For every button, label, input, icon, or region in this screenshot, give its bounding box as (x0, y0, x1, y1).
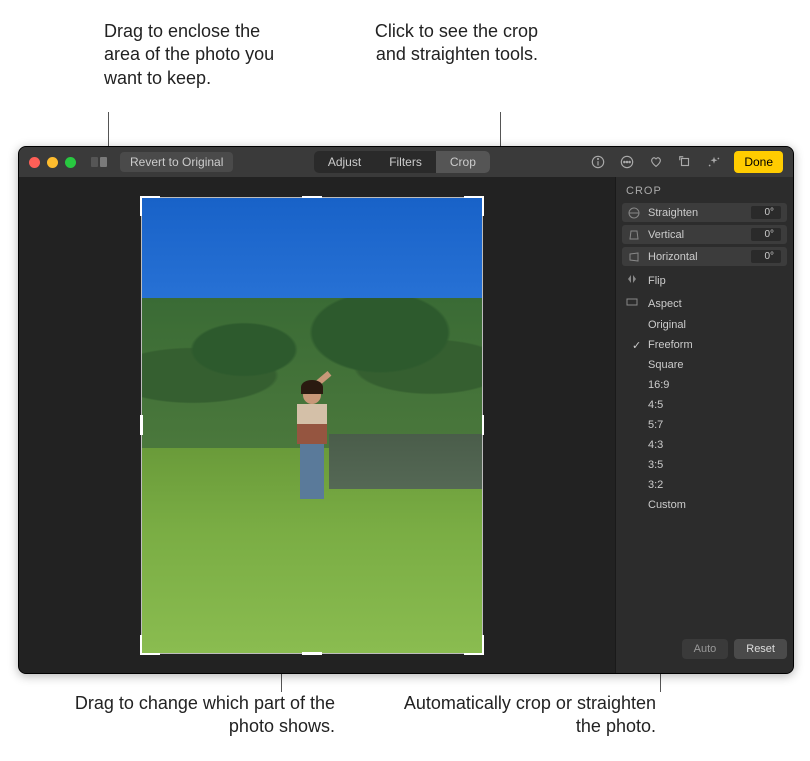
aspect-section[interactable]: Aspect (616, 292, 793, 315)
aspect-5-7[interactable]: 5:7 (648, 415, 793, 435)
horizontal-row[interactable]: Horizontal 0° (622, 247, 787, 266)
horizontal-perspective-icon (628, 251, 642, 263)
aspect-freeform[interactable]: Freeform (648, 335, 793, 355)
photo-preview[interactable] (142, 198, 482, 653)
done-button[interactable]: Done (734, 151, 783, 173)
straighten-icon (628, 207, 642, 219)
straighten-row[interactable]: Straighten 0° (622, 203, 787, 222)
fullscreen-button[interactable] (65, 157, 76, 168)
info-icon[interactable] (590, 155, 605, 170)
straighten-value: 0° (751, 206, 781, 219)
panel-title: CROP (616, 177, 793, 203)
callout-click-crop: Click to see the crop and straighten too… (358, 20, 538, 67)
callout-auto-crop: Automatically crop or straighten the pho… (376, 692, 656, 739)
tab-crop[interactable]: Crop (436, 151, 490, 173)
edit-mode-tabs: Adjust Filters Crop (314, 151, 490, 173)
more-icon[interactable] (619, 155, 634, 170)
vertical-perspective-icon (628, 229, 642, 241)
minimize-button[interactable] (47, 157, 58, 168)
sidebar-toggle-icon[interactable] (91, 157, 107, 167)
crop-frame[interactable] (142, 198, 482, 653)
close-button[interactable] (29, 157, 40, 168)
aspect-4-5[interactable]: 4:5 (648, 395, 793, 415)
tab-adjust[interactable]: Adjust (314, 151, 375, 173)
enhance-icon[interactable] (706, 155, 721, 170)
horizontal-value: 0° (751, 250, 781, 263)
callout-line (500, 112, 501, 148)
titlebar: Revert to Original Adjust Filters Crop D… (19, 147, 793, 177)
horizontal-label: Horizontal (648, 251, 751, 263)
callout-drag-change: Drag to change which part of the photo s… (45, 692, 335, 739)
window-controls (29, 157, 76, 168)
aspect-16-9[interactable]: 16:9 (648, 375, 793, 395)
flip-icon (626, 273, 642, 288)
aspect-square[interactable]: Square (648, 355, 793, 375)
vertical-label: Vertical (648, 229, 751, 241)
revert-button[interactable]: Revert to Original (120, 152, 233, 172)
tab-filters[interactable]: Filters (375, 151, 436, 173)
callout-drag-enclose: Drag to enclose the area of the photo yo… (104, 20, 284, 90)
reset-button[interactable]: Reset (734, 639, 787, 659)
aspect-icon (626, 296, 642, 311)
aspect-3-2[interactable]: 3:2 (648, 475, 793, 495)
flip-button[interactable]: Flip (616, 269, 793, 292)
straighten-label: Straighten (648, 207, 751, 219)
crop-panel: CROP Straighten 0° Vertical 0° Horizonta… (615, 177, 793, 673)
photo-canvas (19, 177, 615, 673)
aspect-original[interactable]: Original (648, 315, 793, 335)
aspect-custom[interactable]: Custom (648, 495, 793, 515)
rotate-icon[interactable] (677, 155, 692, 170)
vertical-value: 0° (751, 228, 781, 241)
photos-edit-window: Revert to Original Adjust Filters Crop D… (18, 146, 794, 674)
favorite-icon[interactable] (648, 155, 663, 170)
aspect-list: OriginalFreeformSquare16:94:55:74:33:53:… (616, 315, 793, 515)
aspect-3-5[interactable]: 3:5 (648, 455, 793, 475)
content-area: CROP Straighten 0° Vertical 0° Horizonta… (19, 177, 793, 673)
vertical-row[interactable]: Vertical 0° (622, 225, 787, 244)
auto-button[interactable]: Auto (682, 639, 729, 659)
aspect-4-3[interactable]: 4:3 (648, 435, 793, 455)
